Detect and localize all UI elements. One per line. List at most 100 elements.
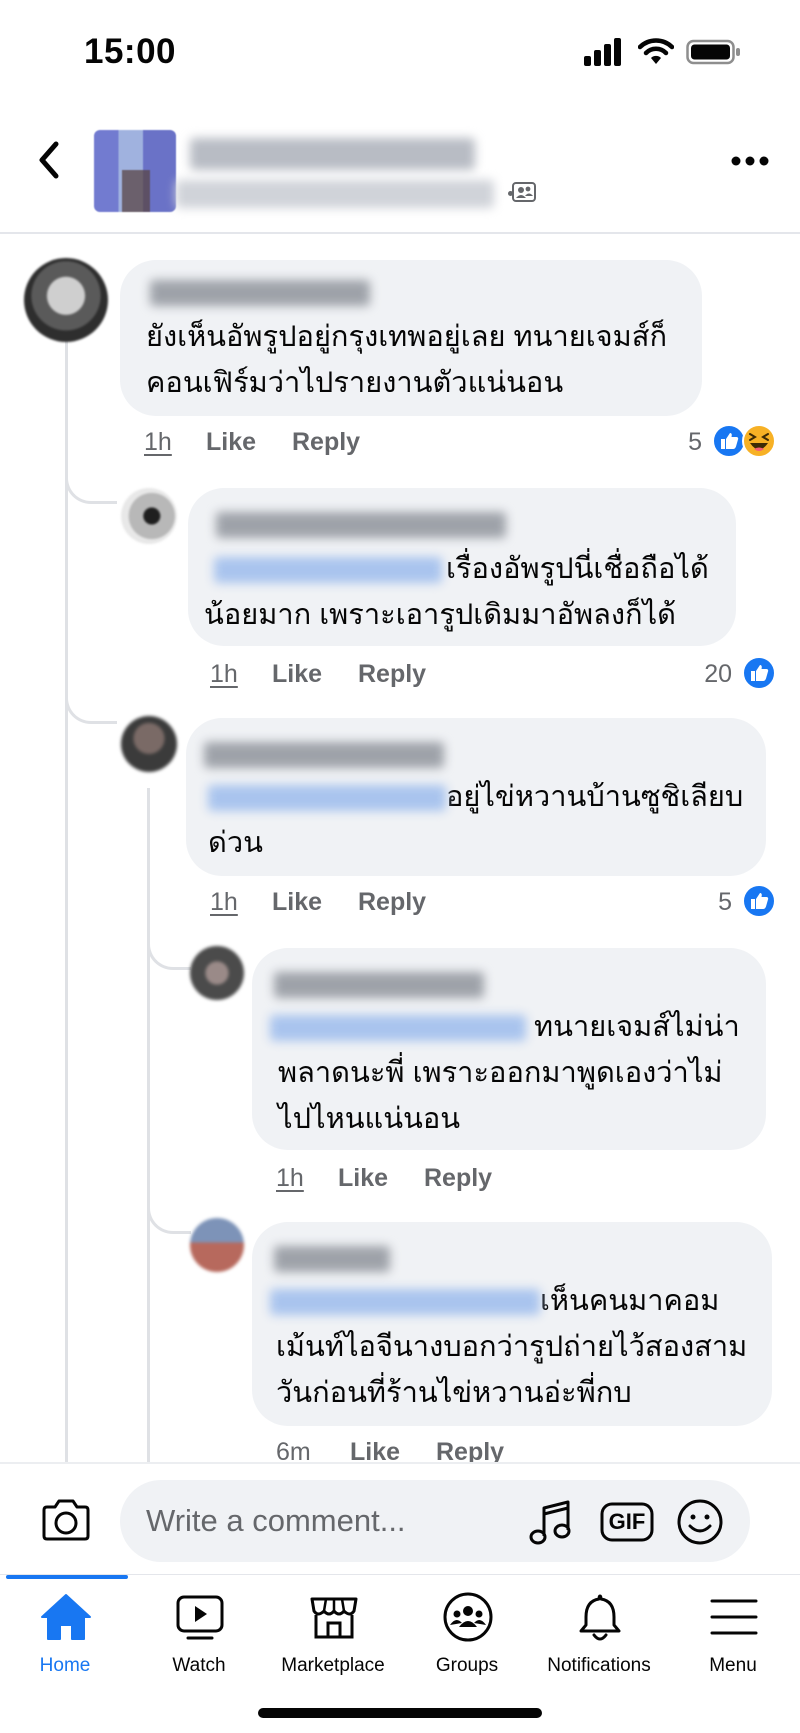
- comment-bubble: เรื่องอัพรูปนี่เชื่อถือได้ น้อยมาก เพราะ…: [188, 488, 736, 646]
- comment-text: เรื่องอัพรูปนี่เชื่อถือได้: [446, 553, 709, 585]
- page-avatar[interactable]: [94, 130, 176, 212]
- comment-actions: 1h Like Reply: [210, 654, 510, 694]
- commenter-avatar[interactable]: [190, 946, 244, 1000]
- status-bar: 15:00: [0, 0, 800, 100]
- tab-label: Home: [39, 1655, 91, 1676]
- comment-actions: 1h Like Reply: [276, 1158, 576, 1198]
- thread-line: [65, 320, 68, 1462]
- haha-reaction-icon: [742, 424, 776, 458]
- tab-marketplace[interactable]: Marketplace: [268, 1591, 398, 1691]
- mention-tag-blurred[interactable]: [208, 785, 446, 812]
- more-options-icon[interactable]: [730, 154, 770, 168]
- comment-text-line: คอนเฟิร์มว่าไปรายงานตัวแน่นอน: [146, 367, 564, 399]
- comment-text-line: อยู่ไข่หวานบ้านซูชิเลียบ: [208, 774, 743, 820]
- battery-icon: [686, 39, 740, 65]
- comment-time[interactable]: 1h: [276, 1158, 304, 1198]
- menu-icon: [710, 1599, 758, 1635]
- like-reaction-icon: [742, 656, 776, 690]
- post-meta-blurred: [176, 180, 494, 208]
- reaction-summary[interactable]: 5: [640, 422, 776, 462]
- reply-button[interactable]: Reply: [358, 882, 426, 922]
- thread-connector: [65, 650, 117, 724]
- comment-actions: 1h Like Reply: [210, 882, 510, 922]
- reaction-count: 5: [688, 428, 702, 456]
- comment-text-line: ไปไหนแน่นอน: [278, 1103, 461, 1135]
- mention-tag-blurred[interactable]: [270, 1289, 540, 1316]
- tab-groups[interactable]: Groups: [402, 1591, 532, 1691]
- gif-button[interactable]: GIF: [600, 1500, 654, 1544]
- tab-home[interactable]: Home: [0, 1591, 130, 1691]
- comment-time[interactable]: 1h: [144, 422, 172, 462]
- comment-text-line: เห็นคนมาคอม: [270, 1278, 719, 1324]
- reaction-count: 20: [704, 660, 732, 688]
- music-note-icon[interactable]: [528, 1498, 574, 1546]
- commenter-avatar[interactable]: [121, 716, 177, 772]
- wifi-icon: [638, 38, 674, 64]
- comment-text-line: เรื่องอัพรูปนี่เชื่อถือได้: [214, 546, 709, 592]
- like-button[interactable]: Like: [206, 422, 256, 462]
- comment-bubble: อยู่ไข่หวานบ้านซูชิเลียบ ด่วน: [186, 718, 766, 876]
- cellular-signal-icon: [584, 38, 621, 66]
- reply-button[interactable]: Reply: [358, 654, 426, 694]
- like-button[interactable]: Like: [272, 882, 322, 922]
- tab-label: Groups: [435, 1655, 499, 1676]
- tab-label: Watch: [172, 1655, 226, 1676]
- mention-tag-blurred[interactable]: [214, 557, 442, 584]
- comment-time[interactable]: 1h: [210, 882, 238, 922]
- comment-actions: 1h Like Reply: [144, 422, 444, 462]
- tab-watch[interactable]: Watch: [134, 1591, 264, 1691]
- comment-composer: GIF: [0, 1462, 800, 1574]
- page-name-blurred[interactable]: [190, 138, 475, 170]
- comment-text: อยู่ไข่หวานบ้านซูชิเลียบ: [446, 781, 744, 813]
- commenter-avatar[interactable]: [24, 258, 108, 342]
- reply-button[interactable]: Reply: [424, 1158, 492, 1198]
- comment-text-line: ยังเห็นอัพรูปอยู่กรุงเทพอยู่เลย ทนายเจมส…: [146, 321, 668, 353]
- thread-connector: [147, 1132, 191, 1234]
- commenter-avatar[interactable]: [121, 488, 177, 544]
- reaction-summary[interactable]: 20: [680, 654, 776, 694]
- comment-text-line: เม้นท์ไอจีนางบอกว่ารูปถ่ายไว้สองสาม: [276, 1331, 748, 1363]
- comment-text-line: ทนายเจมส์ไม่น่า: [270, 1004, 740, 1050]
- commenter-avatar[interactable]: [190, 1218, 244, 1272]
- emoji-icon[interactable]: [676, 1498, 724, 1546]
- commenter-name-blurred[interactable]: [204, 742, 444, 768]
- comment-text: เห็นคนมาคอม: [540, 1285, 720, 1317]
- post-header: [0, 118, 800, 234]
- marketplace-icon: [310, 1597, 358, 1639]
- comment-input[interactable]: [120, 1480, 750, 1562]
- active-tab-indicator: [6, 1575, 128, 1579]
- comment-text-line: ด่วน: [208, 827, 263, 859]
- commenter-name-blurred[interactable]: [216, 512, 506, 538]
- thread-connector: [65, 430, 117, 504]
- camera-icon[interactable]: [40, 1498, 92, 1542]
- like-button[interactable]: Like: [272, 654, 322, 694]
- thread-connector: [147, 880, 191, 970]
- comment-bubble: ทนายเจมส์ไม่น่า พลาดนะพี่ เพราะออกมาพูดเ…: [252, 948, 766, 1150]
- watch-icon: [176, 1595, 224, 1640]
- tab-label: Notifications: [547, 1655, 651, 1676]
- mention-tag-blurred[interactable]: [270, 1015, 526, 1042]
- comment-bubble: เห็นคนมาคอม เม้นท์ไอจีนางบอกว่ารูปถ่ายไว…: [252, 1222, 772, 1426]
- bell-icon: [579, 1594, 621, 1641]
- tab-notifications[interactable]: Notifications: [534, 1591, 664, 1691]
- reaction-summary[interactable]: 5: [690, 882, 776, 922]
- groups-icon: [443, 1592, 493, 1642]
- comment-text: ทนายเจมส์ไม่น่า: [534, 1011, 740, 1043]
- back-arrow-icon[interactable]: [30, 138, 70, 182]
- comment-text-line: พลาดนะพี่ เพราะออกมาพูดเองว่าไม่: [278, 1057, 723, 1089]
- comment-text-line: น้อยมาก เพราะเอารูปเดิมมาอัพลงก็ได้: [204, 599, 677, 631]
- comment-text-line: วันก่อนที่ร้านไข่หวานอ่ะพี่กบ: [276, 1377, 632, 1409]
- commenter-name-blurred[interactable]: [150, 280, 370, 306]
- commenter-name-blurred[interactable]: [274, 972, 484, 998]
- comment-time[interactable]: 1h: [210, 654, 238, 694]
- tab-menu[interactable]: Menu: [668, 1591, 798, 1691]
- tab-label: Marketplace: [281, 1655, 385, 1676]
- home-indicator: [258, 1708, 542, 1718]
- audience-icon: [512, 182, 536, 202]
- commenter-name-blurred[interactable]: [274, 1246, 390, 1272]
- like-button[interactable]: Like: [338, 1158, 388, 1198]
- gif-label: GIF: [608, 1509, 646, 1534]
- status-time: 15:00: [84, 32, 177, 71]
- reply-button[interactable]: Reply: [292, 422, 360, 462]
- like-reaction-icon: [742, 884, 776, 918]
